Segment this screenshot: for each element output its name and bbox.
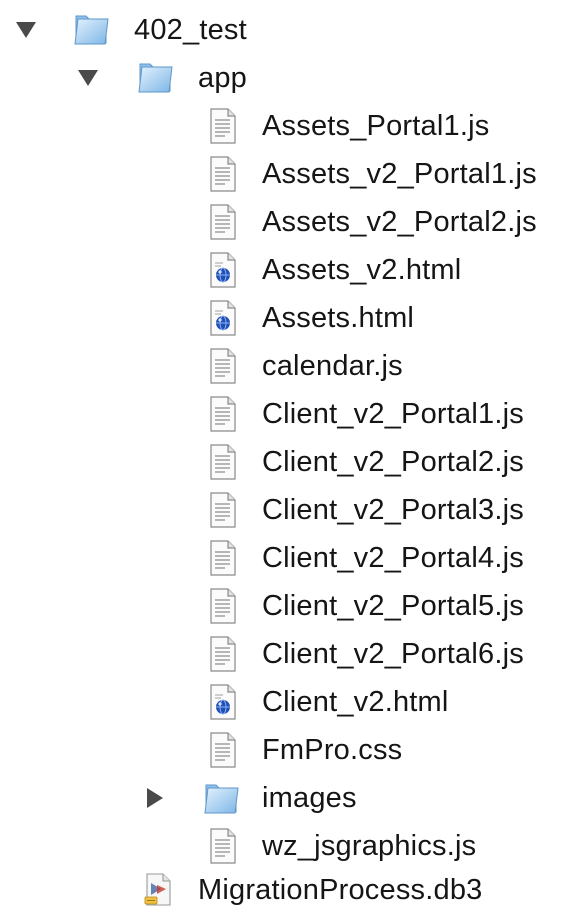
tree-row-label: Assets_v2.html [262,254,462,286]
tree-row-label: Client_v2_Portal3.js [262,494,524,526]
tree-row-label: MigrationProcess.db3 [198,874,483,906]
html-document-icon [204,249,242,291]
tree-row-file[interactable]: FmPro.css [0,726,580,774]
tree-row-file[interactable]: Client_v2.html [0,678,580,726]
tree-row-file[interactable]: Assets_v2.html [0,246,580,294]
tree-row-file[interactable]: MigrationProcess.db3 [0,866,580,914]
tree-row-label: Client_v2_Portal2.js [262,446,524,478]
tree-row-label: Assets.html [262,302,415,334]
tree-row-file[interactable]: calendar.js [0,342,580,390]
tree-row-label: Assets_v2_Portal1.js [262,158,537,190]
tree-row-label: wz_jsgraphics.js [262,830,477,862]
html-document-icon [204,297,242,339]
tree-row-file[interactable]: Assets.html [0,294,580,342]
file-tree: 402_test app Assets_Portal1.js Assets_v2… [0,0,580,913]
tree-row-label: Client_v2_Portal4.js [262,542,524,574]
tree-row-label: images [262,782,357,814]
tree-row-label: app [198,62,247,94]
text-document-icon [204,393,242,435]
tree-row-file[interactable]: Client_v2_Portal1.js [0,390,580,438]
tree-row-file[interactable]: Assets_Portal1.js [0,102,580,150]
text-document-icon [204,489,242,531]
tree-row-label: 402_test [134,14,247,46]
tree-row-file[interactable]: Client_v2_Portal5.js [0,582,580,630]
tree-row-label: FmPro.css [262,734,403,766]
tree-row-root[interactable]: 402_test [0,6,580,54]
folder-icon [202,777,240,819]
database-document-icon [140,869,178,911]
text-document-icon [204,201,242,243]
tree-row-file[interactable]: Assets_v2_Portal1.js [0,150,580,198]
tree-row-label: Client_v2_Portal5.js [262,590,524,622]
disclosure-expanded-icon[interactable] [14,18,38,42]
tree-row-label: calendar.js [262,350,403,382]
text-document-icon [204,633,242,675]
folder-icon [72,8,110,50]
text-document-icon [204,441,242,483]
tree-row-file[interactable]: Client_v2_Portal6.js [0,630,580,678]
html-document-icon [204,681,242,723]
text-document-icon [204,585,242,627]
text-document-icon [204,729,242,771]
tree-row-file[interactable]: Client_v2_Portal4.js [0,534,580,582]
text-document-icon [204,153,242,195]
folder-icon [136,56,174,98]
tree-row-file[interactable]: Client_v2_Portal2.js [0,438,580,486]
tree-row-file[interactable]: wz_jsgraphics.js [0,822,580,870]
tree-row-label: Client_v2.html [262,686,449,718]
tree-row-images-folder[interactable]: images [0,774,580,822]
text-document-icon [204,825,242,867]
tree-row-file[interactable]: Client_v2_Portal3.js [0,486,580,534]
disclosure-expanded-icon[interactable] [76,66,100,90]
tree-row-label: Client_v2_Portal1.js [262,398,524,430]
text-document-icon [204,105,242,147]
tree-row-label: Assets_v2_Portal2.js [262,206,537,238]
tree-row-app[interactable]: app [0,54,580,102]
tree-row-label: Assets_Portal1.js [262,110,490,142]
text-document-icon [204,345,242,387]
tree-row-label: Client_v2_Portal6.js [262,638,524,670]
disclosure-collapsed-icon[interactable] [142,786,166,810]
tree-row-file[interactable]: Assets_v2_Portal2.js [0,198,580,246]
text-document-icon [204,537,242,579]
